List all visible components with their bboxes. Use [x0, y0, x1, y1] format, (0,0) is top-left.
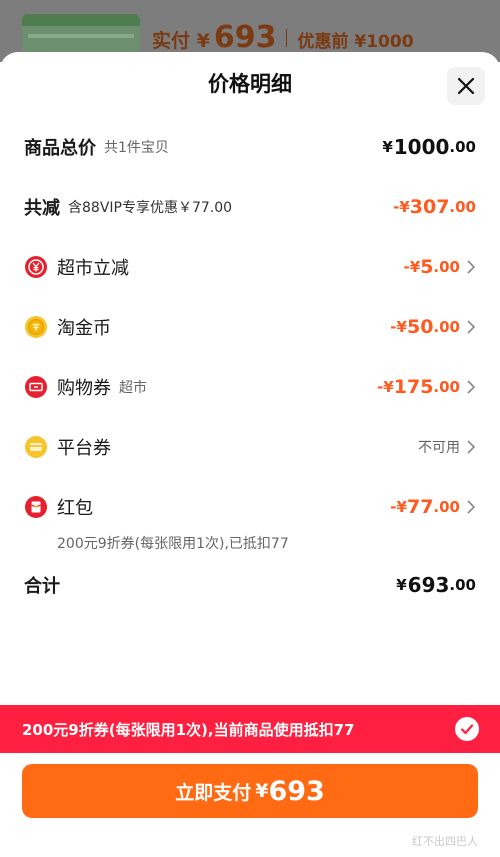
row-shopping-coupon[interactable]: 购物券 超市 -¥ 175.00: [24, 372, 476, 402]
total-note: 共1件宝贝: [104, 140, 169, 156]
chevron-right-icon: [467, 320, 476, 334]
row-tao-coins[interactable]: 淘金币 -¥ 50.00: [24, 312, 476, 342]
sum-currency: ¥: [396, 576, 407, 594]
pay-button-label: 立即支付: [175, 781, 252, 804]
coins-integer: 50: [406, 316, 434, 338]
pay-now-button[interactable]: 立即支付 ¥ 693: [22, 764, 478, 818]
coins-decimal: .00: [433, 318, 460, 336]
platform-coupon-status: 不可用: [418, 437, 476, 457]
yellow-ticket-icon: [25, 436, 47, 458]
shopping-coupon-note: 超市: [119, 380, 147, 396]
total-integer: 1000: [393, 135, 450, 159]
red-ticket-icon: [25, 376, 47, 398]
sheet-title: 价格明细: [208, 72, 292, 96]
reduction-decimal: .00: [449, 198, 476, 216]
platform-coupon-label: 平台券: [57, 438, 111, 459]
coins-amount: -¥ 50.00: [390, 316, 476, 338]
reduction-prefix: -¥: [393, 198, 410, 216]
shopping-coupon-decimal: .00: [433, 378, 460, 396]
row-red-packet[interactable]: 红包 -¥ 77.00: [24, 492, 476, 522]
coins-label: 淘金币: [57, 318, 111, 339]
supermarket-prefix: -¥: [403, 258, 421, 276]
total-decimal: .00: [449, 138, 476, 156]
coins-prefix: -¥: [390, 318, 407, 336]
reduction-amount: -¥ 307.00: [393, 196, 476, 218]
chevron-right-icon: [467, 380, 476, 394]
red-coin-icon: [25, 256, 47, 278]
coupon-applied-banner[interactable]: 200元9折券(每张限用1次),当前商品使用抵扣77: [0, 705, 500, 753]
shopping-coupon-integer: 175: [393, 376, 434, 398]
total-amount: ¥1000.00: [382, 135, 476, 159]
red-packet-decimal: .00: [433, 498, 460, 516]
red-packet-prefix: -¥: [390, 498, 407, 516]
thumbnail-stripe: [22, 14, 140, 26]
before-discount-label: 优惠前 ¥1000: [297, 32, 414, 52]
platform-coupon-value: 不可用: [418, 440, 460, 456]
red-packet-amount: -¥ 77.00: [390, 496, 476, 518]
shopping-coupon-label: 购物券: [57, 378, 111, 399]
shopping-coupon-prefix: -¥: [377, 378, 394, 396]
sum-decimal: .00: [449, 576, 476, 594]
reduction-integer: 307: [409, 196, 450, 218]
paid-label: 实付 ¥: [152, 30, 210, 52]
red-packet-label: 红包: [57, 498, 93, 519]
row-supermarket-discount[interactable]: 超市立减 -¥ 5.00: [24, 252, 476, 282]
total-label: 商品总价: [24, 138, 96, 159]
chevron-right-icon: [467, 500, 476, 514]
checkmark-glyph-icon: [460, 724, 474, 735]
chevron-right-icon: [467, 260, 476, 274]
sum-integer: 693: [407, 573, 450, 597]
close-button[interactable]: [447, 67, 485, 105]
supermarket-label: 超市立减: [57, 258, 129, 279]
sum-amount: ¥693.00: [396, 573, 476, 597]
row-sum: 合计 ¥693.00: [24, 570, 476, 600]
red-packet-integer: 77: [406, 496, 434, 518]
banner-text: 200元9折券(每张限用1次),当前商品使用抵扣77: [22, 720, 355, 739]
pay-button-amount: 693: [268, 775, 325, 807]
price-separator: [286, 28, 288, 47]
shopping-coupon-amount: -¥ 175.00: [377, 376, 476, 398]
total-currency: ¥: [382, 138, 393, 156]
pay-button-currency: ¥: [255, 780, 269, 802]
background-price: 实付 ¥ 693 优惠前 ¥1000: [152, 20, 414, 55]
row-platform-coupon[interactable]: 平台券 不可用: [24, 432, 476, 462]
supermarket-amount: -¥ 5.00: [404, 256, 476, 278]
reduction-label: 共减: [24, 198, 60, 219]
check-icon[interactable]: [455, 717, 479, 741]
gold-coin-icon: [25, 316, 47, 338]
supermarket-decimal: .00: [433, 258, 460, 276]
close-icon: [457, 77, 475, 95]
chevron-right-icon: [467, 440, 476, 454]
red-packet-icon: [25, 496, 47, 518]
red-packet-detail: 200元9折券(每张限用1次),已抵扣77: [57, 536, 289, 552]
row-reduction: 共减 含88VIP专享优惠￥77.00 -¥ 307.00: [24, 192, 476, 222]
thumbnail-text-line: [28, 34, 134, 38]
sum-label: 合计: [24, 576, 60, 597]
watermark: 红不出四巴人: [412, 835, 478, 848]
supermarket-integer: 5: [420, 256, 434, 278]
paid-amount: 693: [213, 20, 277, 55]
product-thumbnail: [22, 14, 140, 54]
row-total-price: 商品总价 共1件宝贝 ¥1000.00: [24, 132, 476, 162]
reduction-note: 含88VIP专享优惠￥77.00: [68, 200, 233, 216]
